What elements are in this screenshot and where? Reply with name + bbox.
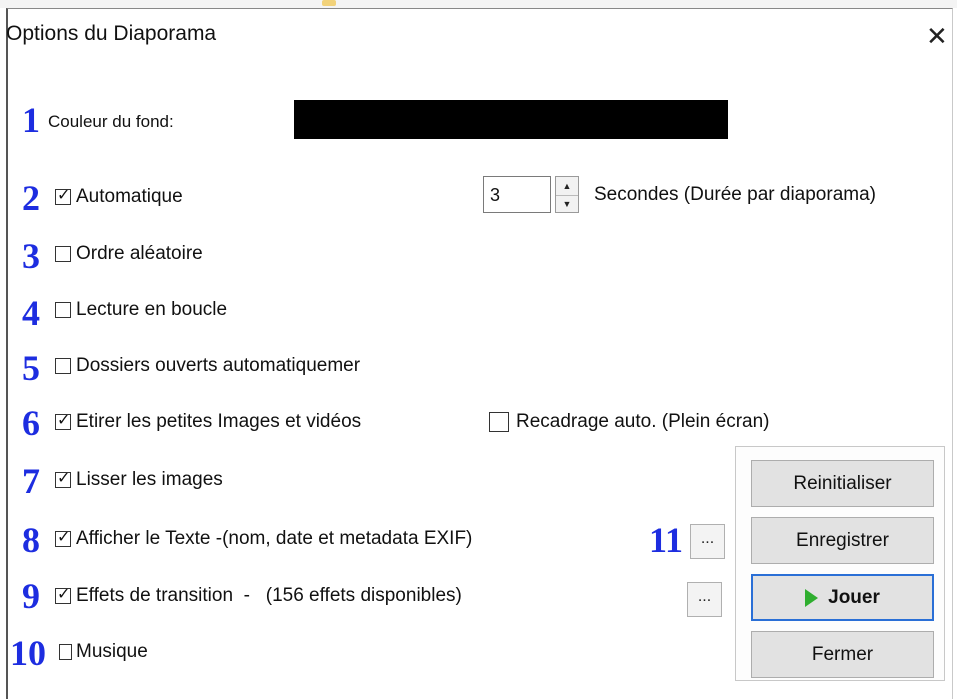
callout-number-4: 4 — [22, 293, 40, 333]
spinner-down-icon[interactable]: ▼ — [556, 195, 578, 213]
transition-effects-checkbox[interactable]: ✓ — [55, 586, 71, 604]
text-options-button[interactable]: ... — [690, 524, 725, 559]
window-top-strip — [0, 0, 957, 8]
callout-number-8: 8 — [22, 520, 40, 560]
automatic-checkbox[interactable]: ✓ — [55, 187, 71, 205]
callout-number-11: 11 — [649, 520, 684, 560]
stretch-small-images-label: Etirer les petites Images et vidéos — [76, 411, 362, 432]
spinner-up-icon[interactable]: ▲ — [556, 177, 578, 196]
duration-suffix-label: Secondes (Durée par diaporama) — [594, 184, 876, 205]
auto-crop-label: Recadrage auto. (Plein écran) — [516, 411, 770, 432]
checkmark-icon: ✓ — [57, 529, 71, 546]
show-text-label: Afficher le Texte -(nom, date et metadat… — [76, 528, 473, 549]
duration-seconds-input[interactable]: 3 — [483, 176, 551, 213]
loop-playback-checkbox[interactable] — [55, 302, 71, 318]
callout-number-3: 3 — [22, 236, 40, 276]
callout-number-5: 5 — [22, 348, 40, 388]
play-icon — [805, 588, 819, 607]
play-button[interactable]: Jouer — [751, 574, 934, 621]
music-checkbox[interactable] — [59, 644, 72, 660]
transition-options-button[interactable]: ... — [687, 582, 722, 617]
checkmark-icon: ✓ — [57, 412, 71, 429]
show-text-checkbox[interactable]: ✓ — [55, 529, 71, 547]
background-color-swatch[interactable] — [294, 100, 728, 139]
checkmark-icon: ✓ — [57, 470, 71, 487]
auto-crop-checkbox[interactable] — [489, 412, 509, 432]
close-icon[interactable]: ✕ — [926, 23, 948, 49]
callout-number-1: 1 — [22, 100, 40, 140]
automatic-label: Automatique — [76, 186, 183, 207]
stretch-small-images-checkbox[interactable]: ✓ — [55, 412, 71, 430]
dialog-title: Options du Diaporama — [6, 22, 217, 45]
reset-button[interactable]: Reinitialiser — [751, 460, 934, 507]
play-button-label: Jouer — [828, 586, 880, 608]
smooth-images-label: Lisser les images — [76, 469, 223, 490]
checkmark-icon: ✓ — [57, 187, 71, 204]
callout-number-6: 6 — [22, 403, 40, 443]
music-label: Musique — [76, 641, 148, 662]
transition-effects-label: Effets de transition - (156 effets dispo… — [76, 585, 462, 606]
checkmark-icon: ✓ — [57, 586, 71, 603]
open-folders-checkbox[interactable] — [55, 358, 71, 374]
duration-spinner: ▲ ▼ — [555, 176, 579, 213]
open-folders-label: Dossiers ouverts automatiquemer — [76, 355, 361, 376]
background-highlight — [322, 0, 336, 6]
loop-playback-label: Lecture en boucle — [76, 299, 228, 320]
random-order-checkbox[interactable] — [55, 246, 71, 262]
background-color-label: Couleur du fond: — [48, 112, 174, 131]
smooth-images-checkbox[interactable]: ✓ — [55, 470, 71, 488]
save-button[interactable]: Enregistrer — [751, 517, 934, 564]
callout-number-2: 2 — [22, 178, 40, 218]
random-order-label: Ordre aléatoire — [76, 243, 203, 264]
callout-number-10: 10 — [10, 633, 46, 673]
close-button[interactable]: Fermer — [751, 631, 934, 678]
callout-number-7: 7 — [22, 461, 40, 501]
callout-number-9: 9 — [22, 576, 40, 616]
